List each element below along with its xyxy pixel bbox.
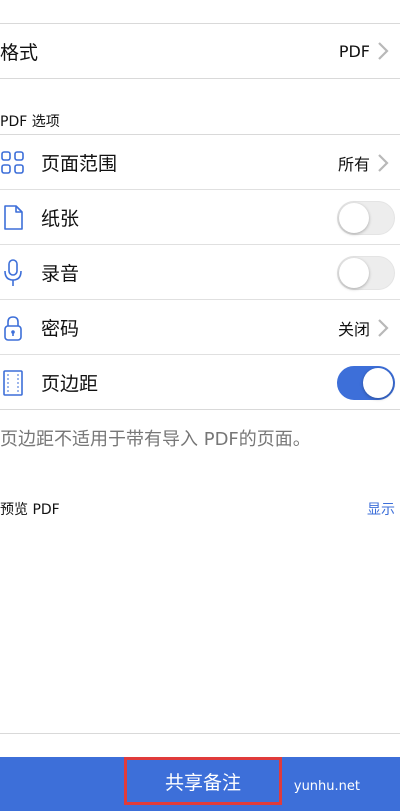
grid-icon — [0, 150, 26, 176]
margins-toggle[interactable] — [337, 365, 395, 400]
page-range-label: 页面范围 — [41, 153, 118, 175]
page-icon — [0, 204, 26, 231]
show-preview-link[interactable]: 显示 — [367, 499, 395, 519]
toggle-knob — [339, 257, 369, 288]
recording-row: 录音 — [0, 245, 400, 300]
recording-toggle[interactable] — [337, 255, 395, 290]
watermark-text: yunhu.net — [293, 779, 360, 794]
paper-row: 纸张 — [0, 190, 400, 245]
chevron-right-icon — [378, 318, 389, 337]
format-row[interactable]: 格式 PDF — [0, 24, 400, 79]
password-label: 密码 — [41, 318, 80, 340]
password-value: 关闭 — [337, 319, 370, 339]
paper-label: 纸张 — [41, 208, 80, 230]
password-row[interactable]: 密码 关闭 — [0, 300, 400, 355]
bottom-bar: 共享备注 yunhu.net — [0, 757, 400, 811]
export-options-screen: 格式 PDF PDF 选项 页面范围 所有 纸张 录音 密码 关闭 页边距 页边… — [0, 0, 400, 811]
chevron-right-icon — [378, 42, 389, 60]
recording-label: 录音 — [41, 263, 80, 285]
paper-toggle[interactable] — [337, 200, 395, 235]
page-range-row[interactable]: 页面范围 所有 — [0, 135, 400, 190]
margins-icon — [0, 369, 26, 396]
share-note-button[interactable]: 共享备注 — [124, 757, 282, 805]
preview-label: 预览 PDF — [0, 502, 60, 518]
chevron-right-icon — [378, 153, 389, 172]
top-strip — [0, 0, 400, 24]
pdf-options-title: PDF 选项 — [0, 79, 400, 135]
margins-note: 页边距不适用于带有导入 PDF的页面。 — [0, 429, 311, 450]
divider — [0, 733, 400, 734]
lock-icon — [0, 315, 26, 341]
margins-label: 页边距 — [41, 373, 99, 395]
toggle-knob — [339, 202, 369, 233]
margins-row: 页边距 — [0, 355, 400, 410]
page-range-value: 所有 — [337, 154, 370, 174]
microphone-icon — [0, 258, 26, 286]
format-label: 格式 — [0, 41, 39, 64]
format-value: PDF — [338, 41, 370, 61]
toggle-knob — [363, 367, 393, 398]
preview-row: 预览 PDF 显示 — [0, 497, 400, 521]
share-note-label: 共享备注 — [164, 771, 241, 794]
